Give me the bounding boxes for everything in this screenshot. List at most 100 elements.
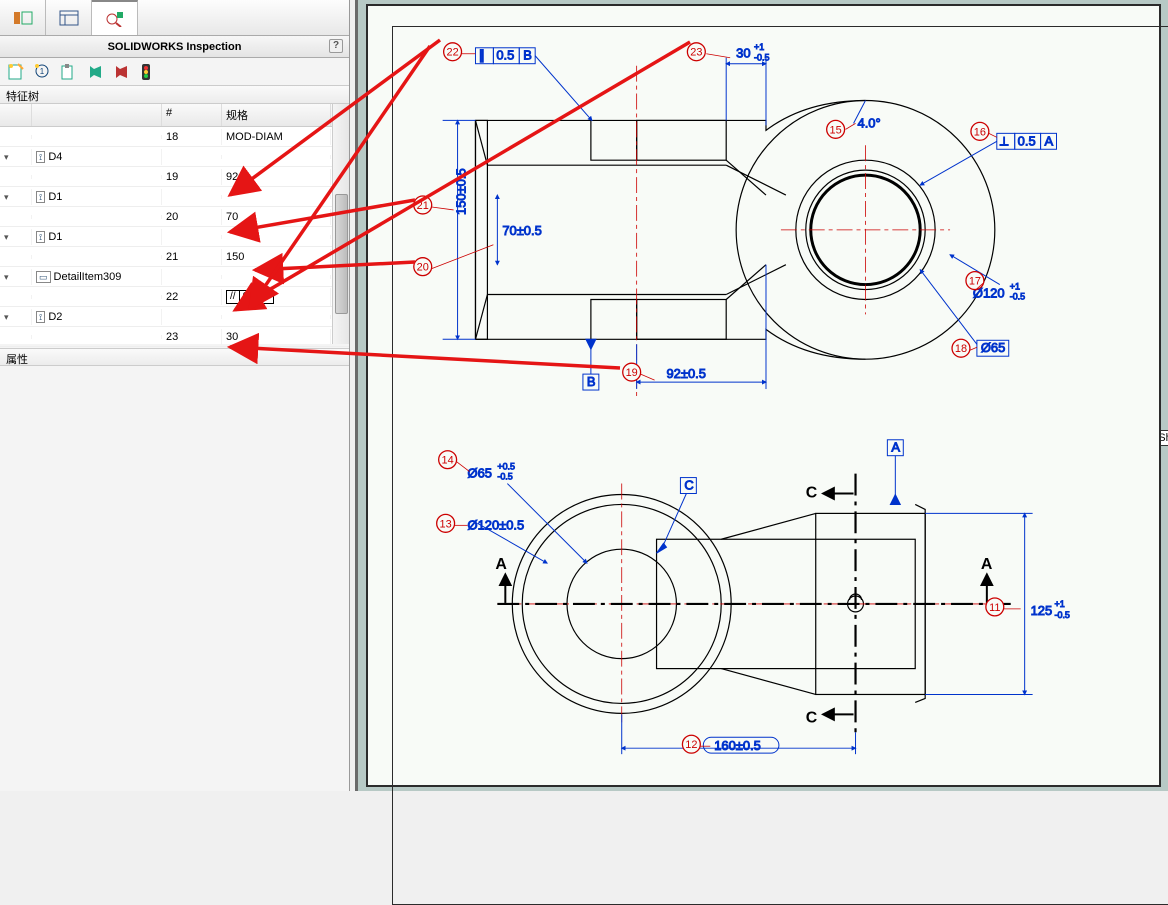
dim-30: 30 bbox=[736, 46, 750, 61]
tool-new-report[interactable] bbox=[4, 61, 28, 83]
panel-tab-strip bbox=[0, 0, 349, 36]
svg-text:0.5: 0.5 bbox=[496, 48, 514, 63]
datum-B: B bbox=[583, 339, 599, 390]
tool-play-red-icon[interactable] bbox=[108, 61, 132, 83]
row-spec: MOD-DIAM bbox=[222, 129, 331, 145]
dim-d65-top: Ø65 bbox=[981, 340, 1005, 355]
datum-A: A bbox=[887, 440, 903, 505]
dim-30-lo: -0.5 bbox=[754, 53, 769, 63]
tree-group-row[interactable]: ▾⟟D1 bbox=[0, 187, 349, 207]
svg-text:13: 13 bbox=[440, 518, 452, 530]
top-view bbox=[475, 66, 994, 399]
balloon-12[interactable]: 12 bbox=[682, 735, 700, 753]
balloon-17[interactable]: 17 bbox=[966, 272, 984, 290]
balloon-15[interactable]: 15 bbox=[827, 120, 845, 138]
dim-d65-bot: Ø65 bbox=[468, 466, 492, 481]
col-hash[interactable]: # bbox=[162, 104, 222, 126]
tree-data-row[interactable]: 2070 bbox=[0, 207, 349, 227]
dim-160-frame: 160±0.5 bbox=[703, 737, 779, 753]
dim-4deg: 4.0° bbox=[858, 115, 881, 130]
tree-data-row[interactable]: 1992 bbox=[0, 167, 349, 187]
row-spec: 30 bbox=[222, 329, 331, 345]
expand-toggle[interactable]: ▾ bbox=[0, 189, 32, 205]
tree-scrollbar[interactable] bbox=[332, 104, 349, 344]
tab-tree[interactable] bbox=[46, 0, 92, 35]
panel-help-icon[interactable]: ? bbox=[329, 39, 343, 53]
balloon-22[interactable]: 22 bbox=[444, 43, 462, 61]
svg-text:19: 19 bbox=[626, 367, 638, 379]
datum-C: C bbox=[657, 478, 697, 554]
tool-play-green-icon[interactable] bbox=[82, 61, 106, 83]
tree-data-row[interactable]: 22//0.5B bbox=[0, 287, 349, 307]
properties-header: 属性 bbox=[0, 348, 349, 366]
balloon-16[interactable]: 16 bbox=[971, 122, 989, 140]
drawing-paper: 150±0.5 70±0.5 92±0.5 30 +1 -0.5 4.0° bbox=[366, 4, 1161, 787]
expand-toggle[interactable]: ▾ bbox=[0, 229, 32, 245]
expand-toggle[interactable]: ▾ bbox=[0, 309, 32, 325]
svg-text:⟂: ⟂ bbox=[1000, 133, 1009, 148]
section-A-left: A bbox=[495, 556, 507, 573]
row-hash: 22 bbox=[162, 289, 222, 305]
properties-label: 属性 bbox=[6, 354, 28, 366]
feature-tree: # 规格 18MOD-DIAM[...▾⟟D41992▾⟟D12070▾⟟D12… bbox=[0, 104, 349, 344]
expand-toggle[interactable]: ▾ bbox=[0, 149, 32, 165]
tool-traffic-light-icon[interactable] bbox=[134, 61, 158, 83]
group-label: ▭DetailItem309 bbox=[32, 269, 162, 285]
section-C-bottom: C bbox=[806, 709, 818, 726]
svg-text:21: 21 bbox=[417, 200, 429, 212]
tree-group-row[interactable]: ▾▭DetailItem309 bbox=[0, 267, 349, 287]
balloon-19[interactable]: 19 bbox=[623, 363, 641, 381]
col-expand[interactable] bbox=[0, 104, 32, 126]
svg-text:20: 20 bbox=[417, 262, 429, 274]
svg-text:C: C bbox=[684, 478, 693, 493]
svg-text:17: 17 bbox=[969, 276, 981, 288]
tool-clip-icon[interactable] bbox=[56, 61, 80, 83]
group-label: ⟟D1 bbox=[32, 229, 162, 245]
dim-d120-top-lo: -0.5 bbox=[1010, 291, 1025, 301]
drawing-svg: 150±0.5 70±0.5 92±0.5 30 +1 -0.5 4.0° bbox=[368, 6, 1159, 785]
dim-150: 150±0.5 bbox=[454, 168, 469, 215]
group-label: ⟟D1 bbox=[32, 189, 162, 205]
drawing-canvas[interactable]: Sheet bbox=[355, 0, 1168, 791]
svg-text:15: 15 bbox=[830, 124, 842, 136]
tool-balloon-1[interactable]: 1 bbox=[30, 61, 54, 83]
svg-text:23: 23 bbox=[690, 47, 702, 59]
col-spec[interactable]: 规格 bbox=[222, 104, 331, 126]
balloon-18[interactable]: 18 bbox=[952, 339, 970, 357]
tab-inspection[interactable] bbox=[92, 0, 138, 35]
svg-text:12: 12 bbox=[685, 739, 697, 751]
tree-scroll-thumb[interactable] bbox=[335, 194, 348, 314]
balloon-20[interactable]: 20 bbox=[414, 258, 432, 276]
balloon-11[interactable]: 11 bbox=[986, 598, 1004, 616]
tree-group-row[interactable]: ▾⟟D1 bbox=[0, 227, 349, 247]
balloon-23[interactable]: 23 bbox=[687, 43, 705, 61]
row-hash: 20 bbox=[162, 209, 222, 225]
gdt-parallel: ∥ 0.5 B bbox=[475, 48, 591, 121]
tree-group-row[interactable]: ▾⟟D4 bbox=[0, 147, 349, 167]
tab-config[interactable] bbox=[0, 0, 46, 35]
dim-d65-bot-lo: -0.5 bbox=[497, 472, 512, 482]
dim-d120-top-up: +1 bbox=[1010, 282, 1020, 292]
tree-data-row[interactable]: 21150 bbox=[0, 247, 349, 267]
dim-125: 125 bbox=[1031, 603, 1053, 618]
dim-125-lo: -0.5 bbox=[1055, 610, 1070, 620]
tree-group-row[interactable]: ▾⟟D2 bbox=[0, 307, 349, 327]
section-A-right: A bbox=[981, 556, 993, 573]
dim-d120-bot: Ø120±0.5 bbox=[468, 517, 525, 532]
svg-text:11: 11 bbox=[989, 602, 1000, 614]
expand-toggle[interactable]: ▾ bbox=[0, 269, 32, 285]
svg-text:B: B bbox=[587, 374, 596, 389]
svg-text:22: 22 bbox=[447, 47, 459, 59]
balloon-14[interactable]: 14 bbox=[439, 451, 457, 469]
balloon-13[interactable]: 13 bbox=[437, 514, 455, 532]
balloon-21[interactable]: 21 bbox=[414, 196, 432, 214]
feature-tree-header: 特征树 bbox=[0, 86, 349, 104]
tree-data-row[interactable]: 2330 bbox=[0, 327, 349, 347]
dim-d65-bot-up: +0.5 bbox=[497, 462, 515, 472]
col-name[interactable] bbox=[32, 104, 162, 126]
front-view bbox=[497, 474, 1014, 733]
tree-body: 18MOD-DIAM[...▾⟟D41992▾⟟D12070▾⟟D121150▾… bbox=[0, 127, 349, 347]
tree-data-row[interactable]: 18MOD-DIAM[... bbox=[0, 127, 349, 147]
dim-160: 160±0.5 bbox=[714, 738, 761, 753]
dim-70: 70±0.5 bbox=[502, 223, 541, 238]
